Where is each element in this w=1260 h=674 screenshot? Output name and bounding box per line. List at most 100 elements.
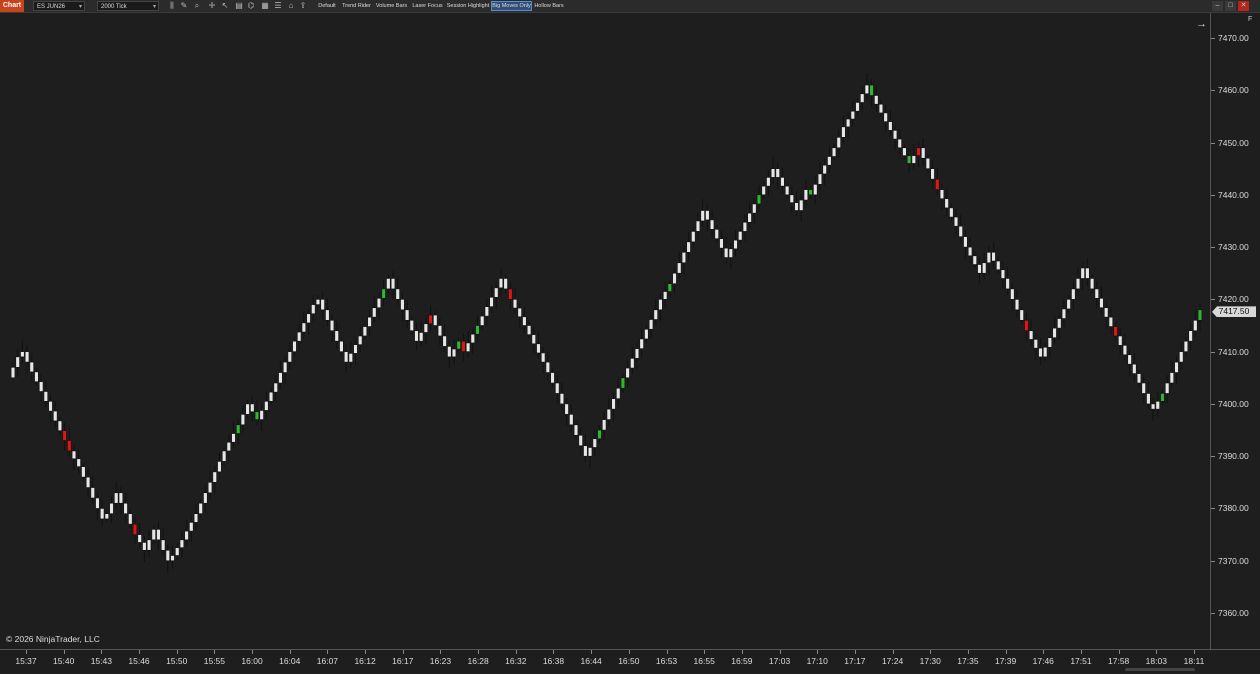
candle-green: [254, 411, 260, 420]
candle: [1014, 299, 1020, 311]
candle: [648, 319, 654, 330]
horizontal-scrollbar[interactable]: [1125, 668, 1195, 671]
candle: [268, 391, 274, 402]
candle: [38, 381, 44, 392]
candle: [587, 447, 593, 457]
instrument-selector[interactable]: ES JUN26 ▾: [33, 1, 85, 11]
candle: [282, 361, 288, 373]
interval-selector[interactable]: 2000 Tick ▾: [97, 1, 159, 11]
price-tick: [1211, 456, 1215, 458]
candle: [179, 539, 185, 548]
candle: [1183, 340, 1189, 352]
time-tick: [666, 650, 668, 654]
time-tick-label: 16:23: [429, 656, 452, 666]
preset-button-volume-bars[interactable]: Volume Bars: [374, 1, 409, 11]
candle: [967, 246, 973, 257]
time-tick: [1194, 650, 1195, 654]
candle: [1118, 335, 1123, 346]
candle-green: [597, 429, 602, 440]
candle: [142, 542, 147, 551]
close-icon[interactable]: ✕: [1238, 1, 1249, 11]
time-tick: [591, 650, 593, 654]
candle: [287, 351, 292, 363]
zoom-icon[interactable]: ⌕: [192, 1, 202, 11]
minimize-icon[interactable]: –: [1212, 1, 1223, 11]
price-axis[interactable]: 7417.50 7470.00 7460.00 7450.00 7440.00 7430…: [1210, 13, 1260, 649]
time-tick: [327, 650, 329, 654]
candle: [681, 252, 687, 264]
candle: [301, 322, 307, 333]
price-tick-label: 7460.00: [1218, 85, 1249, 96]
candle-green: [1197, 309, 1203, 321]
preset-button-session-highlight[interactable]: Session Highlight: [446, 1, 490, 11]
candle: [845, 118, 851, 128]
drawing-tool-icon[interactable]: ✎: [179, 1, 189, 11]
candle: [770, 168, 776, 178]
price-tick-label: 7390.00: [1218, 451, 1249, 462]
bar-type-icon[interactable]: ⫼: [167, 1, 177, 11]
candle: [278, 372, 283, 384]
time-tick-label: 17:03: [768, 656, 791, 666]
candle-green: [906, 155, 912, 164]
time-axis[interactable]: 15:37 15:40 15:43 15:46 15:50 15:55 16:00 16:04…: [0, 649, 1260, 674]
maximize-icon[interactable]: □: [1225, 1, 1236, 11]
template-icon[interactable]: ☰: [273, 1, 283, 11]
price-tick-label: 7430.00: [1218, 242, 1249, 253]
candle: [644, 328, 649, 340]
current-price-marker: 7417.50: [1212, 306, 1256, 318]
preset-button-laser-focus[interactable]: Laser Focus: [410, 1, 445, 11]
candle: [376, 298, 382, 309]
candle: [433, 314, 438, 326]
candle: [1164, 382, 1170, 394]
time-tick: [1156, 650, 1158, 654]
candle: [250, 403, 255, 413]
candle: [1150, 403, 1156, 410]
time-tick: [817, 650, 819, 654]
strategy-icon[interactable]: ⌬: [246, 1, 256, 11]
time-tick-label: 17:39: [994, 656, 1017, 666]
candle: [573, 424, 579, 436]
candle: [1127, 354, 1132, 365]
candle: [953, 216, 959, 227]
candle: [555, 382, 560, 394]
time-tick-label: 17:35: [957, 656, 979, 666]
price-tick: [1211, 560, 1215, 562]
candle: [691, 231, 696, 243]
candle: [921, 147, 926, 159]
indicator-icon[interactable]: ▤: [234, 1, 244, 11]
candle: [728, 248, 734, 258]
preset-button-trend-rider[interactable]: Trend Rider: [340, 1, 373, 11]
price-tick: [1211, 38, 1215, 39]
preset-button-hollow-bars[interactable]: Hollow Bars: [533, 1, 565, 11]
candle-green: [667, 283, 673, 292]
time-tick: [101, 650, 103, 654]
candle: [709, 219, 715, 230]
instrument-label: ES JUN26: [37, 4, 66, 10]
candle: [747, 212, 752, 223]
properties-icon[interactable]: ▦: [260, 1, 270, 11]
chart-tab[interactable]: Chart: [0, 0, 24, 12]
time-tick: [365, 650, 367, 654]
share-icon[interactable]: ⇪: [298, 1, 308, 11]
preset-button-big-moves-only[interactable]: Big Moves Only: [491, 1, 532, 11]
candle: [20, 351, 25, 358]
candle: [949, 207, 954, 218]
candle: [118, 492, 124, 504]
candle: [442, 335, 447, 347]
candle: [1169, 372, 1175, 384]
attach-icon[interactable]: ⌂: [286, 1, 296, 11]
candle: [963, 236, 968, 248]
scroll-to-latest-icon[interactable]: →: [1196, 18, 1207, 30]
time-tick-label: 16:55: [693, 656, 715, 666]
candle: [15, 356, 20, 368]
candle: [939, 189, 945, 200]
candle: [991, 252, 996, 262]
candle: [559, 393, 565, 405]
candle: [601, 419, 607, 431]
time-tick: [779, 650, 781, 654]
price-chart[interactable]: [0, 13, 1210, 649]
crosshair-icon[interactable]: ✛: [207, 1, 217, 11]
preset-button-default[interactable]: Default: [315, 1, 339, 11]
pointer-icon[interactable]: ↖: [220, 1, 230, 11]
candle: [503, 278, 508, 290]
